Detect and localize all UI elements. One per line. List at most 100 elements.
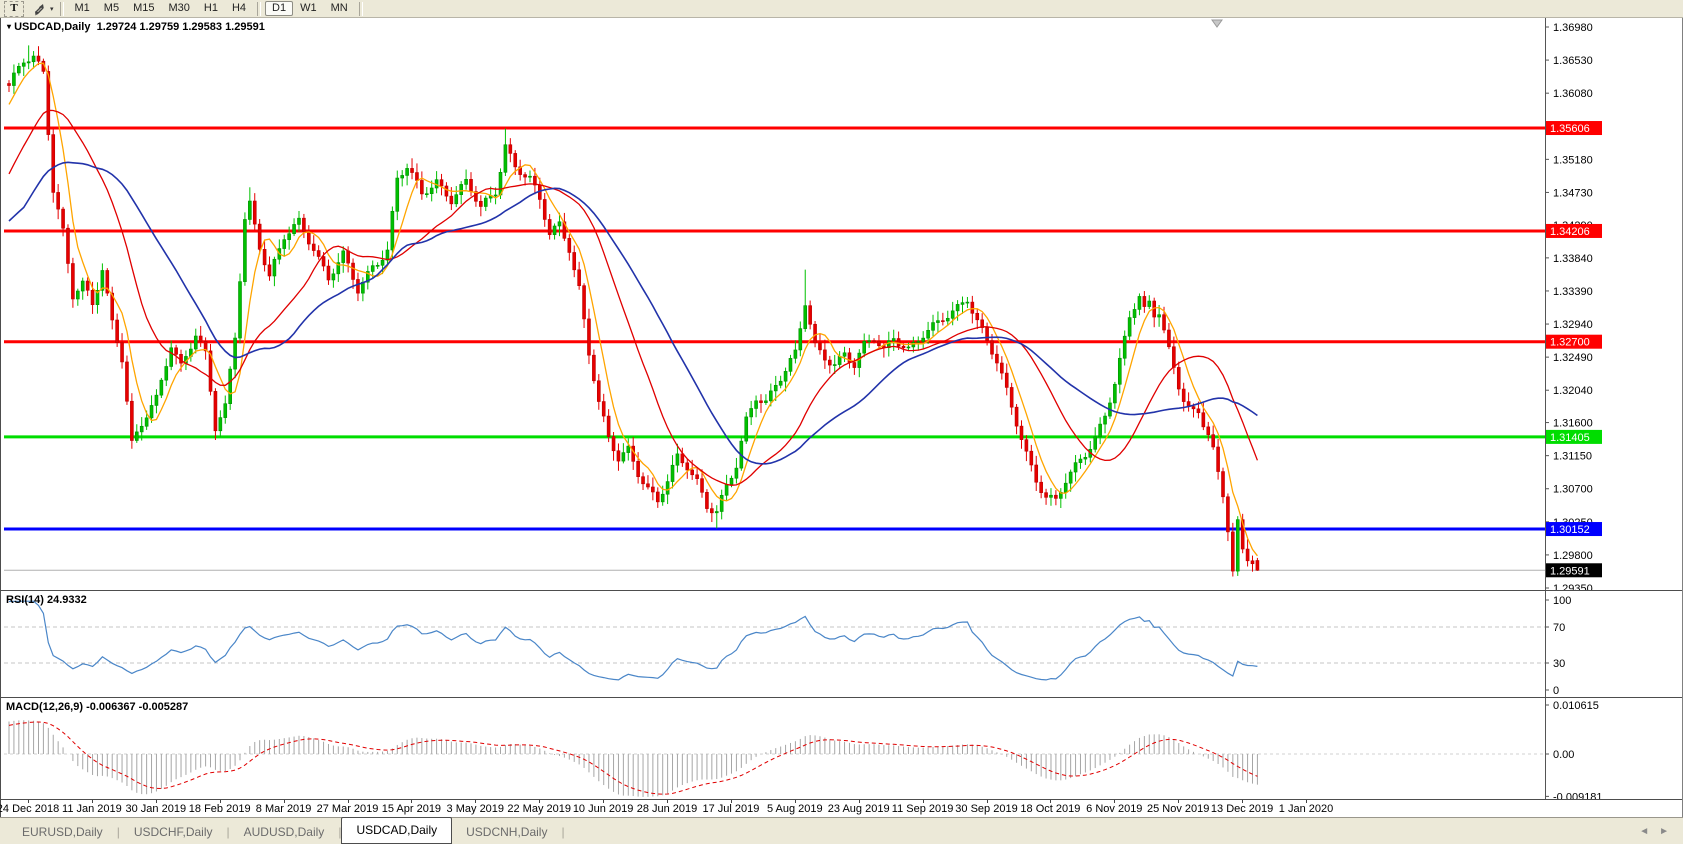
- rsi-tick-label: 30: [1553, 658, 1565, 670]
- arrows-tool-button[interactable]: ▾: [32, 2, 54, 16]
- macd-tick-label: 0.00: [1553, 749, 1574, 761]
- timeframe-button-m30[interactable]: M30: [161, 1, 196, 16]
- chart-tab-bar: EURUSD,Daily|USDCHF,Daily|AUDUSD,Daily|U…: [0, 817, 1683, 844]
- rsi-line: [9, 601, 1257, 680]
- svg-text:1.29591: 1.29591: [1550, 565, 1590, 577]
- time-tick-label: 30 Jan 2019: [126, 803, 187, 815]
- time-tick-label: 11 Sep 2019: [892, 803, 954, 815]
- price-badge: 1.34206: [1546, 224, 1602, 238]
- timeframe-button-m5[interactable]: M5: [97, 1, 126, 16]
- time-tick-label: 13 Dec 2019: [1211, 803, 1273, 815]
- timeframe-button-m15[interactable]: M15: [126, 1, 161, 16]
- timeframe-button-h1[interactable]: H1: [197, 1, 225, 16]
- price-tick-label: 1.33840: [1553, 253, 1593, 265]
- rsi-label: RSI(14) 24.9332: [6, 594, 87, 606]
- price-axis[interactable]: 1.369801.365301.360801.351801.347301.342…: [1545, 18, 1593, 590]
- macd-tick-label: 0.010615: [1553, 700, 1599, 712]
- macd-histogram: [9, 720, 1257, 797]
- rsi-tick-label: 100: [1553, 595, 1571, 607]
- price-tick-label: 1.36980: [1553, 22, 1593, 34]
- rsi-axis[interactable]: 100 70 30 0: [1545, 591, 1571, 697]
- time-tick-label: 28 Jun 2019: [637, 803, 698, 815]
- macd-tick-label: -0.009181: [1553, 791, 1603, 799]
- rsi-indicator-panel[interactable]: RSI(14) 24.9332 100 70 30 0: [1, 590, 1682, 697]
- chart-symbol-label: USDCAD,Daily: [14, 21, 90, 33]
- mt4-window: T ▾ M1M5M15M30H1H4 D1W1MN ▾ USDCAD,Daily…: [0, 0, 1683, 844]
- svg-text:1.34206: 1.34206: [1550, 226, 1590, 238]
- rsi-tick-label: 0: [1553, 685, 1559, 697]
- time-tick-label: 6 Nov 2019: [1086, 803, 1142, 815]
- chevron-down-icon[interactable]: ▾: [50, 5, 54, 13]
- time-tick-label: 1 Jan 2020: [1279, 803, 1333, 815]
- chart-title[interactable]: ▾ USDCAD,Daily 1.29724 1.29759 1.29583 1…: [7, 21, 265, 33]
- chart-ohlc-values: 1.29724 1.29759 1.29583 1.29591: [97, 21, 265, 33]
- chart-workspace: ▾ USDCAD,Daily 1.29724 1.29759 1.29583 1…: [0, 18, 1683, 817]
- chart-tab-eurusd[interactable]: EURUSD,Daily: [8, 821, 117, 844]
- chart-tab-usdcad[interactable]: USDCAD,Daily: [341, 817, 452, 844]
- svg-text:1.30152: 1.30152: [1550, 524, 1590, 536]
- rsi-tick-label: 70: [1553, 622, 1565, 634]
- timeframe-button-h4[interactable]: H4: [225, 1, 253, 16]
- diagonal-arrows-icon: [32, 2, 47, 16]
- toolbar: T ▾ M1M5M15M30H1H4 D1W1MN: [0, 0, 1683, 18]
- time-tick-label: 30 Sep 2019: [955, 803, 1017, 815]
- price-tick-label: 1.35180: [1553, 154, 1593, 166]
- timeframe-button-w1[interactable]: W1: [293, 1, 324, 16]
- time-tick-label: 18 Oct 2019: [1020, 803, 1080, 815]
- svg-text:1.32700: 1.32700: [1550, 337, 1590, 349]
- chart-tab-usdcnh[interactable]: USDCNH,Daily: [452, 821, 561, 844]
- time-tick-label: 8 Mar 2019: [256, 803, 312, 815]
- price-badge: 1.29591: [1546, 563, 1602, 577]
- time-tick-label: 5 Aug 2019: [767, 803, 823, 815]
- tab-scroll-left-icon[interactable]: ◄: [1639, 826, 1649, 837]
- medium-ma-line: [9, 110, 1257, 485]
- time-tick-label: 22 May 2019: [507, 803, 571, 815]
- toolbar-separator: [257, 2, 261, 16]
- price-badge: 1.32700: [1546, 335, 1602, 349]
- macd-indicator-panel[interactable]: MACD(12,26,9) -0.006367 -0.005287 0.0106…: [1, 697, 1682, 799]
- time-tick-label: 23 Aug 2019: [828, 803, 890, 815]
- macd-label: MACD(12,26,9) -0.006367 -0.005287: [6, 701, 188, 713]
- symbol-dropdown-icon[interactable]: ▾: [7, 22, 11, 31]
- toolbar-separator: [359, 2, 363, 16]
- tab-scroll-controls: ◄ ►: [1639, 826, 1683, 844]
- chart-tab-audusd[interactable]: AUDUSD,Daily: [230, 821, 339, 844]
- slow-ma-line: [9, 162, 1257, 464]
- price-tick-label: 1.29350: [1553, 583, 1593, 590]
- time-axis[interactable]: 24 Dec 201811 Jan 201930 Jan 201918 Feb …: [1, 799, 1682, 817]
- candlestick-chart[interactable]: 1.369801.365301.360801.351801.347301.342…: [1, 18, 1682, 590]
- price-tick-label: 1.36080: [1553, 88, 1593, 100]
- price-badge: 1.31405: [1546, 430, 1602, 444]
- timeframe-group: M1M5M15M30H1H4: [68, 1, 254, 16]
- timeframe-button-d1[interactable]: D1: [265, 1, 293, 16]
- price-tick-label: 1.34730: [1553, 187, 1593, 199]
- candles: [8, 45, 1259, 576]
- time-tick-label: 11 Jan 2019: [62, 803, 122, 815]
- price-chart-panel[interactable]: ▾ USDCAD,Daily 1.29724 1.29759 1.29583 1…: [1, 18, 1682, 590]
- timeframe-group: D1W1MN: [265, 1, 355, 16]
- time-tick-label: 17 Jul 2019: [702, 803, 759, 815]
- macd-axis[interactable]: 0.010615 0.00 -0.009181: [1545, 698, 1603, 799]
- tab-separator: |: [561, 825, 564, 844]
- rsi-chart[interactable]: 100 70 30 0: [1, 591, 1682, 697]
- macd-chart[interactable]: 0.010615 0.00 -0.009181: [1, 698, 1682, 799]
- price-tick-label: 1.30700: [1553, 484, 1593, 496]
- price-tick-label: 1.32040: [1553, 385, 1593, 397]
- time-tick-label: 25 Nov 2019: [1147, 803, 1209, 815]
- time-tick-label: 24 Dec 2018: [0, 803, 59, 815]
- tab-scroll-right-icon[interactable]: ►: [1659, 826, 1669, 837]
- timeframe-button-m1[interactable]: M1: [68, 1, 97, 16]
- time-tick-label: 27 Mar 2019: [317, 803, 379, 815]
- timeframe-button-mn[interactable]: MN: [324, 1, 355, 16]
- svg-text:1.35606: 1.35606: [1550, 123, 1590, 135]
- chart-shift-marker[interactable]: [1212, 20, 1222, 27]
- chart-tab-usdchf[interactable]: USDCHF,Daily: [120, 821, 227, 844]
- price-badge: 1.35606: [1546, 121, 1602, 135]
- price-tick-label: 1.31600: [1553, 418, 1593, 430]
- time-tick-label: 15 Apr 2019: [382, 803, 441, 815]
- price-tick-label: 1.32490: [1553, 352, 1593, 364]
- price-tick-label: 1.33390: [1553, 286, 1593, 298]
- text-tool-button[interactable]: T: [4, 1, 24, 17]
- time-tick-label: 3 May 2019: [447, 803, 504, 815]
- toolbar-separator: [60, 2, 64, 16]
